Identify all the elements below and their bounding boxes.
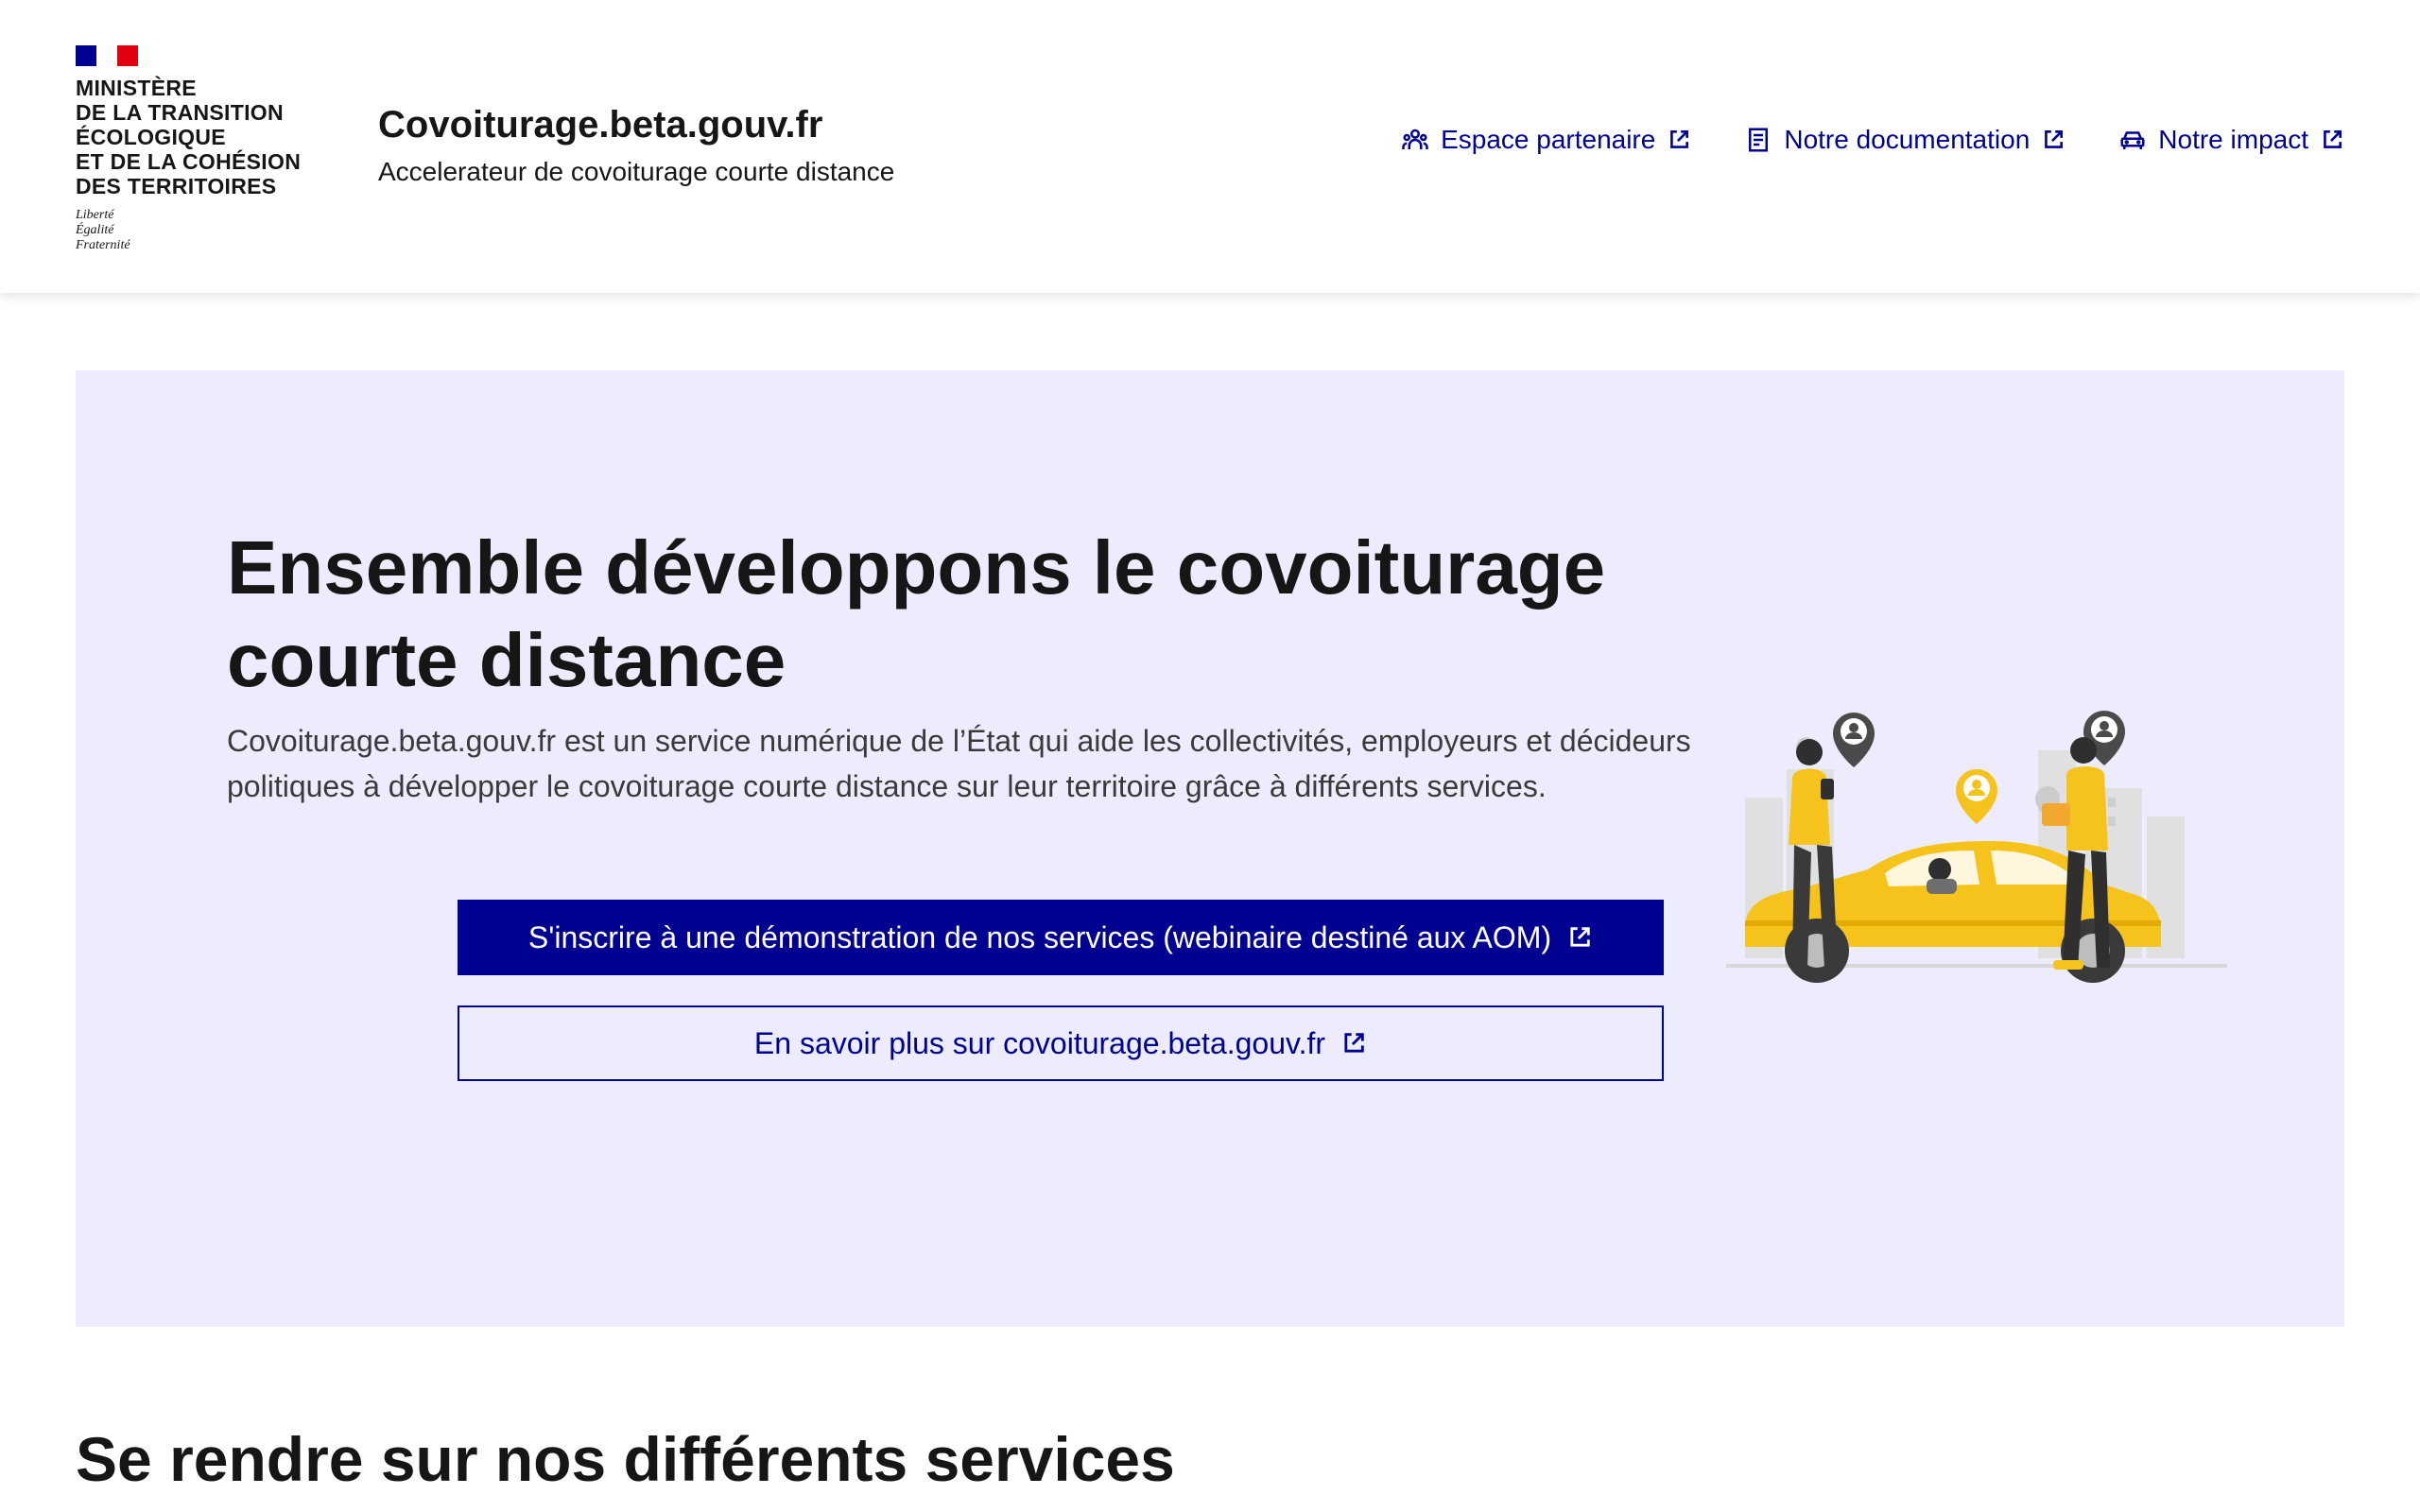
ministry-name: Ministère de la transition écologique et… [76, 76, 302, 198]
hero-banner: Ensemble développons le covoiturage cour… [76, 370, 2344, 1327]
webinar-signup-label: S'inscrire à une démonstration de nos se… [527, 919, 1552, 954]
nav-link-documentation[interactable]: Notre documentation [1744, 123, 2066, 157]
french-flag-icon [76, 45, 138, 66]
nav-link-label: Notre documentation [1784, 125, 2031, 154]
external-link-icon [1344, 1033, 1364, 1053]
learn-more-label: En savoir plus sur covoiturage.beta.gouv… [753, 1025, 1326, 1060]
nav-link-label: Notre impact [2158, 125, 2308, 154]
location-pin-icon [1956, 769, 1997, 824]
nav-link-label: Espace partenaire [1441, 125, 1656, 154]
header-nav: Espace partenaire Notre documentation No [1401, 123, 2344, 157]
service-tagline: Accelerateur de covoiturage courte dista… [378, 157, 895, 186]
document-icon [1749, 128, 1769, 152]
hero-title: Ensemble développons le covoiturage cour… [227, 525, 1606, 702]
location-pin-icon [1833, 713, 1875, 767]
government-logo[interactable]: Ministère de la transition écologique et… [76, 45, 331, 253]
car-icon [2120, 131, 2145, 149]
team-icon [1402, 129, 1428, 149]
external-link-icon [2324, 130, 2342, 148]
external-link-icon [1670, 130, 1689, 148]
hero-description: Covoiturage.beta.gouv.fr est un service … [227, 724, 1691, 803]
nav-link-espace-partenaire[interactable]: Espace partenaire [1401, 123, 1691, 157]
learn-more-button[interactable]: En savoir plus sur covoiturage.beta.gouv… [458, 1005, 1664, 1081]
services-section-title: Se rendre sur nos différents services [76, 1424, 1175, 1494]
nav-link-impact[interactable]: Notre impact [2118, 123, 2344, 157]
carpool-illustration [1726, 711, 2227, 983]
service-identity: Covoiturage.beta.gouv.fr Accelerateur de… [378, 100, 894, 191]
site-header: Ministère de la transition écologique et… [0, 0, 2420, 293]
webinar-signup-button[interactable]: S'inscrire à une démonstration de nos se… [458, 900, 1664, 975]
republic-motto: Liberté Égalité Fraternité [76, 208, 130, 252]
external-link-icon [1570, 927, 1590, 947]
service-title[interactable]: Covoiturage.beta.gouv.fr [378, 100, 894, 149]
external-link-icon [2045, 130, 2064, 148]
